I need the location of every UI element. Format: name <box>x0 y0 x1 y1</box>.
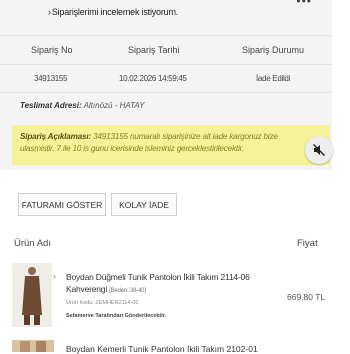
delivery-address-value: Altınözü - HATAY <box>83 101 145 110</box>
order-note: Sipariş Açıklaması: 34913155 numaralı si… <box>20 131 302 155</box>
order-note-label: Sipariş Açıklaması: <box>20 132 91 141</box>
product-size: [Beden: 38-40] <box>109 288 146 294</box>
col-price: Fiyat <box>297 238 318 249</box>
sound-off-icon[interactable] <box>305 136 333 164</box>
col-order-date: Sipariş Tarihi <box>128 45 180 55</box>
delivery-address: Teslimat Adresi: Altınözü - HATAY <box>20 101 145 110</box>
easy-return-button[interactable]: KOLAY İADE <box>111 193 177 216</box>
order-date-value: 10.02.2026 14:59:45 <box>119 74 187 83</box>
product-image[interactable] <box>12 340 54 352</box>
divider <box>0 35 332 36</box>
show-invoice-button[interactable]: FATURAMI GÖSTER <box>18 193 106 216</box>
product-price: 669.80 TL <box>287 292 326 302</box>
chevron-right-icon: › <box>48 7 51 17</box>
chat-link[interactable]: ›Siparişlerimi incelemek istiyorum. <box>48 7 178 17</box>
order-note-box: Sipariş Açıklaması: 34913155 numaralı si… <box>12 125 330 165</box>
order-status-value: İade Edildi <box>256 74 291 83</box>
more-options-icon[interactable]: ••• <box>296 0 312 8</box>
delivery-address-label: Teslimat Adresi: <box>20 101 82 110</box>
chat-link-label: Siparişlerimi incelemek istiyorum. <box>51 7 179 17</box>
order-no-value: 34913155 <box>34 74 68 83</box>
col-product-name: Ürün Adı <box>14 238 51 249</box>
chevron-right-icon: › <box>53 271 56 281</box>
divider <box>0 64 332 65</box>
product-name[interactable]: › Boydan Düğmeli Tunik Pantolon İkili Ta… <box>53 271 276 297</box>
product-sender: Sefamerve Tarafından Gönderilecektir. <box>66 313 167 319</box>
divider <box>0 92 332 93</box>
product-name[interactable]: Boydan Kemerli Tunik Pantolon İkili Takı… <box>66 344 258 354</box>
product-code: Ürün Kodu: ZEMHER2114-06 <box>66 300 139 306</box>
product-name-text: Boydan Düğmeli Tunik Pantolon İkili Takı… <box>66 272 250 294</box>
col-order-no: Sipariş No <box>31 45 73 55</box>
product-image[interactable] <box>12 263 52 327</box>
col-order-status: Sipariş Durumu <box>242 45 305 55</box>
